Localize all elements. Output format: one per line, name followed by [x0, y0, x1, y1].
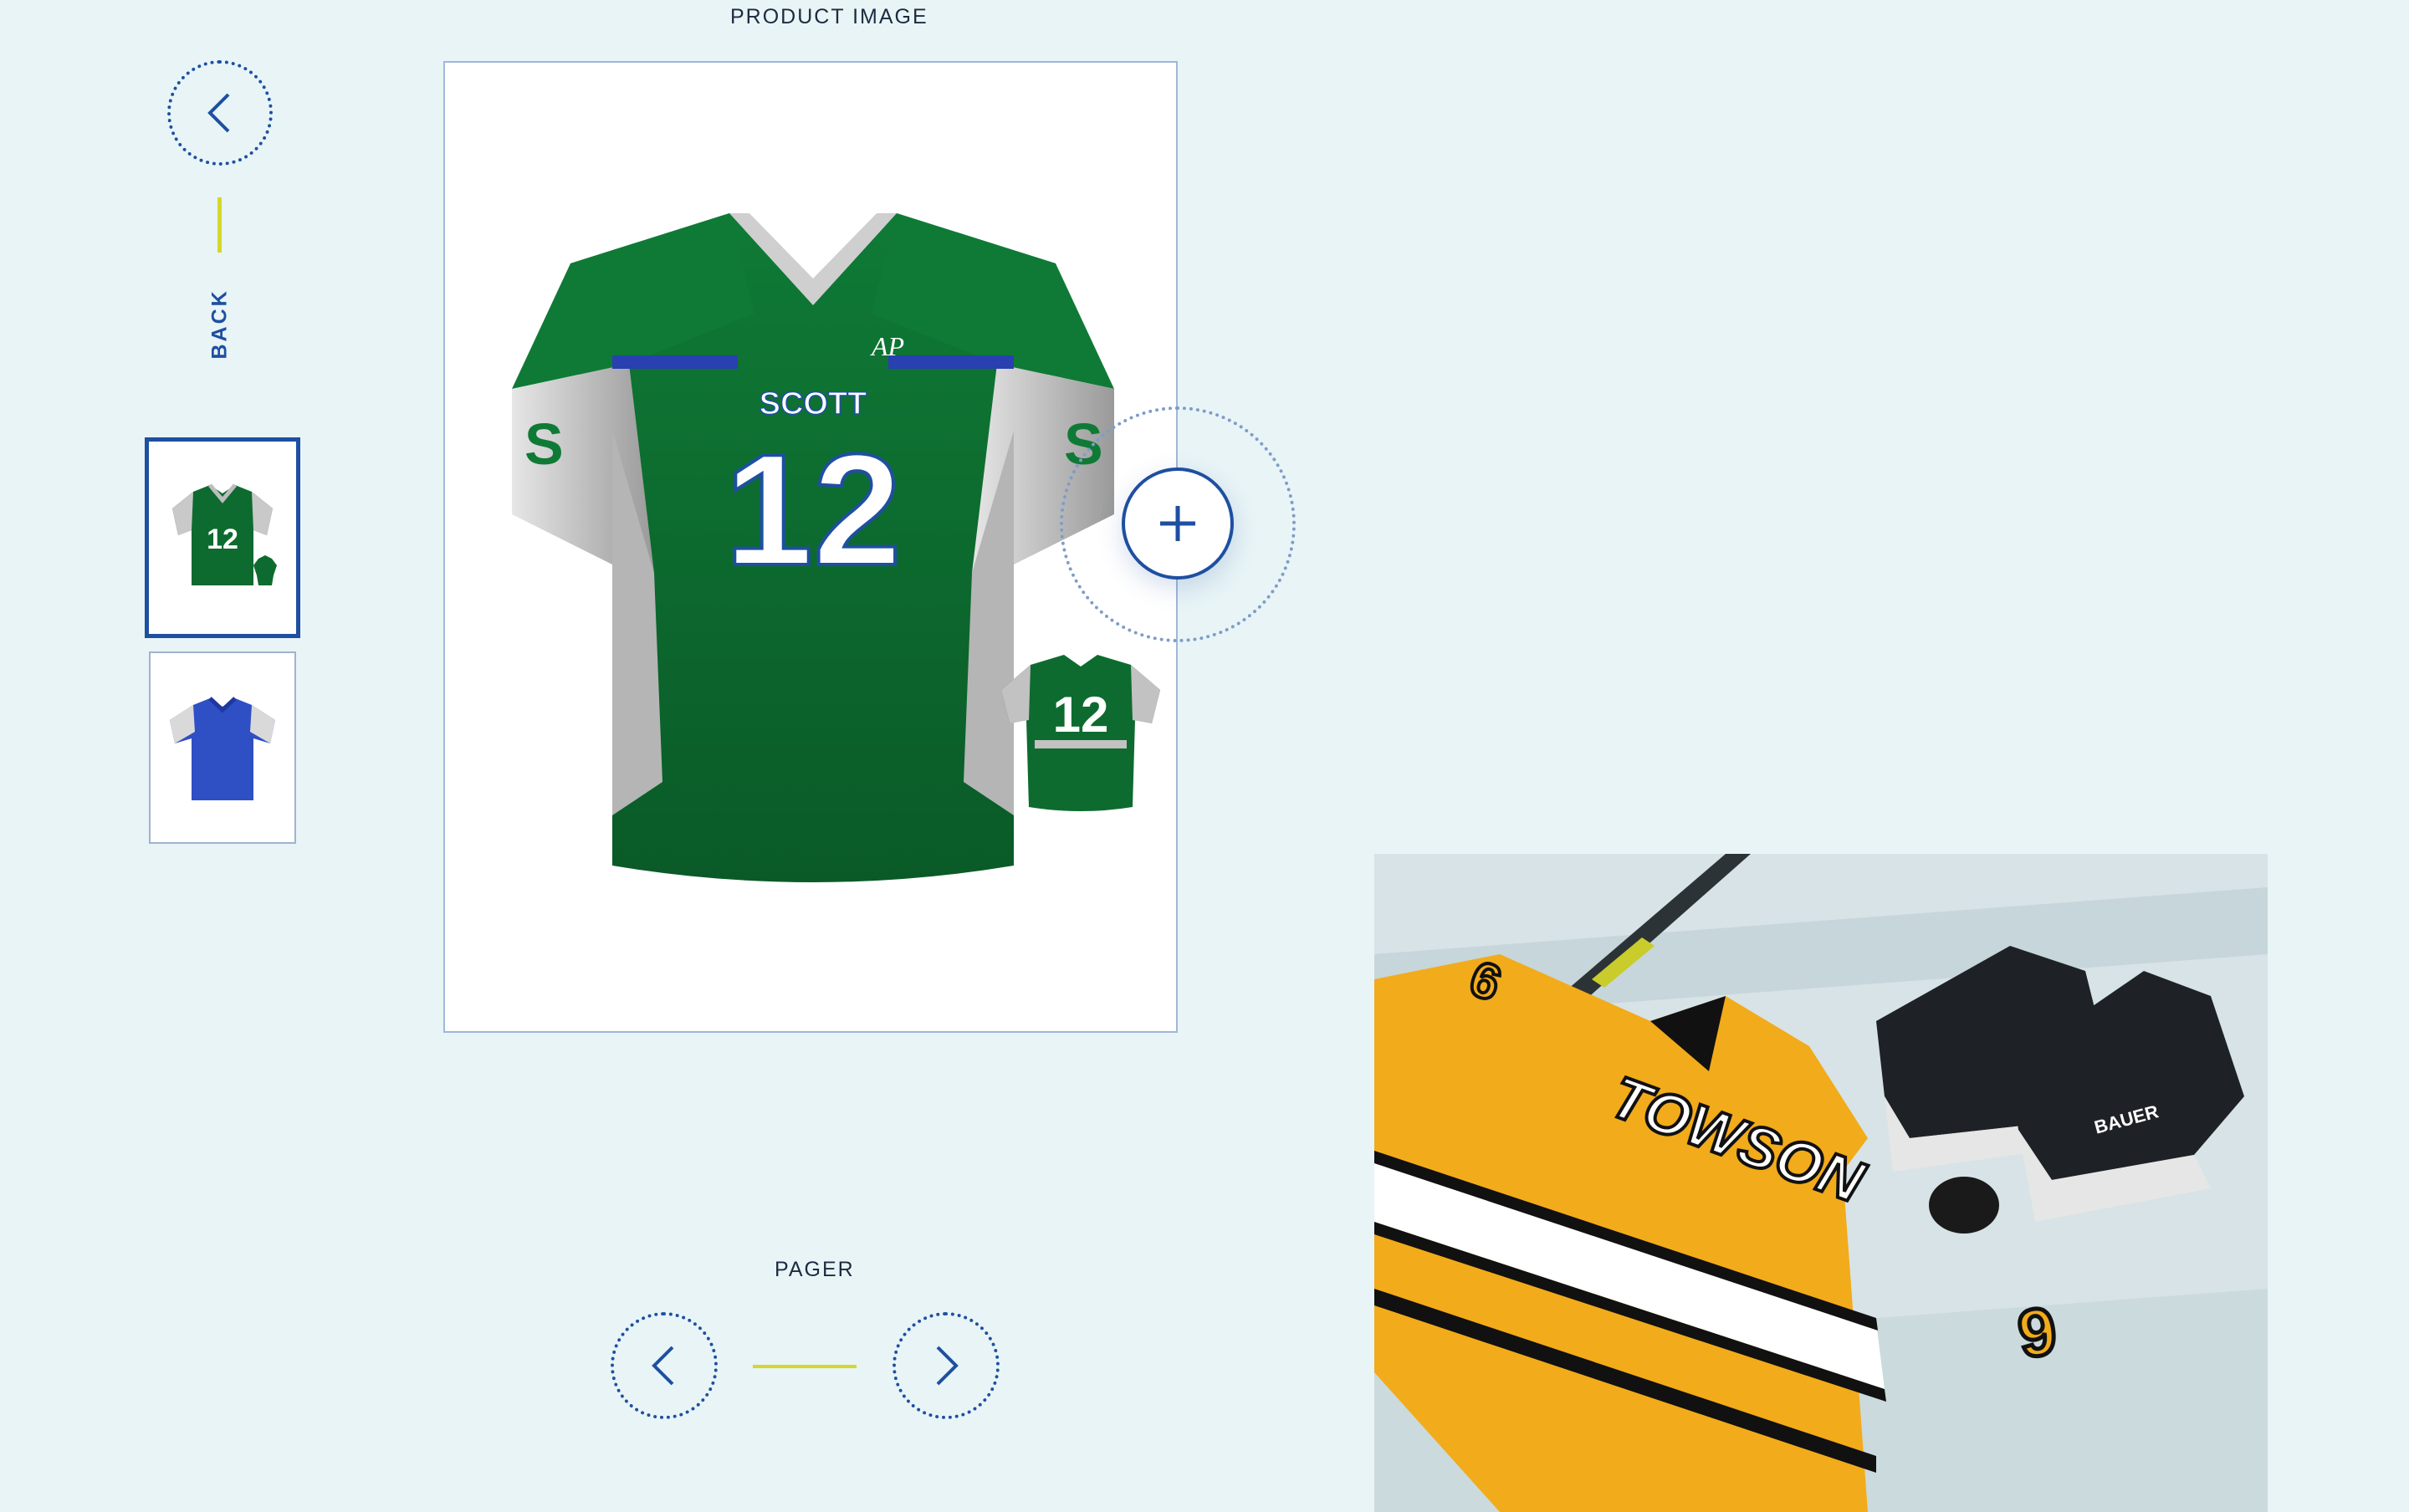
zoom-button[interactable] — [1122, 467, 1234, 580]
svg-text:AP: AP — [870, 331, 904, 361]
main-jersey-image: S S AP SCOTT 12 — [512, 213, 1114, 882]
svg-text:12: 12 — [724, 421, 901, 599]
previous-button[interactable] — [611, 1312, 718, 1419]
hockey-scene-illustration: TOWSON 9 9 BAUER — [1374, 854, 2268, 1512]
back-view-jersey-image: 12 — [1001, 655, 1160, 811]
svg-text:12: 12 — [1053, 687, 1109, 743]
hockey-lifestyle-image: TOWSON 9 9 BAUER — [1374, 854, 2268, 1512]
product-image-label: PRODUCT IMAGE — [730, 5, 928, 28]
pager-label: PAGER — [775, 1258, 855, 1281]
green-jersey-thumbnail-image: 12 — [172, 483, 277, 585]
thumbnail-green-jersey[interactable]: 12 — [145, 437, 300, 638]
svg-text:SCOTT: SCOTT — [760, 386, 867, 421]
chevron-left-icon — [652, 1346, 674, 1386]
thumbnail-blue-jersey[interactable] — [149, 651, 296, 844]
blue-jersey-thumbnail-image — [170, 697, 275, 800]
next-button[interactable] — [893, 1312, 1000, 1419]
svg-text:12: 12 — [207, 524, 238, 555]
back-label[interactable]: BACK — [208, 289, 233, 359]
chevron-left-icon — [207, 93, 230, 133]
plus-icon — [1160, 506, 1195, 541]
svg-text:S: S — [524, 411, 564, 477]
pager-divider — [753, 1365, 857, 1368]
back-button[interactable] — [167, 60, 273, 166]
back-divider — [217, 197, 222, 253]
chevron-right-icon — [936, 1346, 959, 1386]
